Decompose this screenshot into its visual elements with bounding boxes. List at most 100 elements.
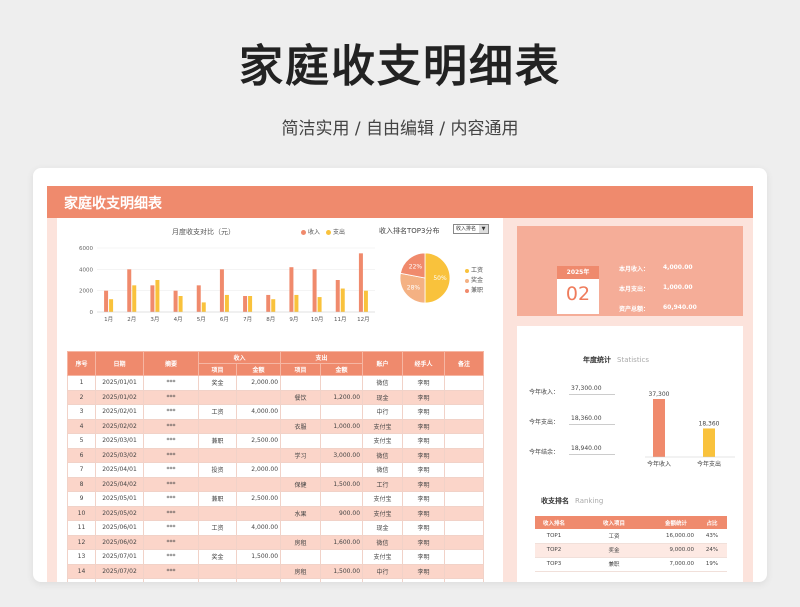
table-cell[interactable] xyxy=(320,462,364,478)
table-cell[interactable]: *** xyxy=(143,563,199,579)
table-cell[interactable]: 房租 xyxy=(280,563,322,579)
table-cell[interactable] xyxy=(444,491,485,507)
table-cell[interactable]: 李明 xyxy=(402,578,446,582)
table-cell[interactable]: 2,500.00 xyxy=(235,491,282,507)
table-cell[interactable]: 2025/05/02 xyxy=(95,505,144,521)
ranking-cell[interactable]: 7,000.00 xyxy=(655,557,697,572)
table-cell[interactable]: 1,500.00 xyxy=(320,563,364,579)
table-cell[interactable]: 李明 xyxy=(402,563,446,579)
table-cell[interactable] xyxy=(280,491,322,507)
column-header[interactable]: 账户 xyxy=(362,351,404,376)
column-header[interactable]: 支出 xyxy=(280,351,364,364)
table-cell[interactable] xyxy=(198,578,237,582)
table-cell[interactable]: 15 xyxy=(67,578,96,582)
column-header[interactable]: 序号 xyxy=(67,351,96,376)
table-cell[interactable]: *** xyxy=(143,549,199,565)
table-row[interactable]: 11 2025/06/01 *** 工资 4,000.00 现金 李明 xyxy=(67,520,485,536)
table-cell[interactable] xyxy=(235,418,282,434)
table-cell[interactable] xyxy=(444,549,485,565)
table-cell[interactable]: *** xyxy=(143,534,199,550)
table-cell[interactable]: 2025/04/01 xyxy=(95,462,144,478)
table-cell[interactable] xyxy=(198,447,237,463)
table-cell[interactable]: 微信 xyxy=(362,462,404,478)
table-cell[interactable]: 12 xyxy=(67,534,96,550)
table-cell[interactable]: 李明 xyxy=(402,433,446,449)
table-cell[interactable]: 3,000.00 xyxy=(320,447,364,463)
table-cell[interactable]: 2025/06/02 xyxy=(95,534,144,550)
table-cell[interactable] xyxy=(235,476,282,492)
table-cell[interactable]: 餐饮 xyxy=(280,389,322,405)
table-cell[interactable]: 2025/02/02 xyxy=(95,418,144,434)
table-cell[interactable]: 1,000.00 xyxy=(320,418,364,434)
table-cell[interactable] xyxy=(444,433,485,449)
column-header[interactable]: 日期 xyxy=(95,351,144,376)
column-header[interactable]: 收入项目 xyxy=(573,516,655,529)
pie-filter-select[interactable]: 收入排名 ▼ xyxy=(453,224,489,234)
table-cell[interactable]: 工行 xyxy=(362,578,404,582)
table-cell[interactable] xyxy=(444,404,485,420)
table-cell[interactable]: 兼职 xyxy=(198,433,237,449)
column-header[interactable]: 摘要 xyxy=(143,351,199,376)
table-cell[interactable]: 13 xyxy=(67,549,96,565)
table-cell[interactable]: 中行 xyxy=(362,404,404,420)
table-cell[interactable]: 2025/07/02 xyxy=(95,563,144,579)
table-cell[interactable]: 工资 xyxy=(198,404,237,420)
ranking-cell[interactable]: 24% xyxy=(697,543,727,558)
table-cell[interactable] xyxy=(444,389,485,405)
table-cell[interactable] xyxy=(280,462,322,478)
table-cell[interactable] xyxy=(235,534,282,550)
table-cell[interactable]: 李明 xyxy=(402,549,446,565)
ranking-cell[interactable]: 43% xyxy=(697,529,727,544)
table-cell[interactable]: 现金 xyxy=(362,389,404,405)
table-cell[interactable]: 1,200.00 xyxy=(320,389,364,405)
table-row[interactable]: 3 2025/02/01 *** 工资 4,000.00 中行 李明 xyxy=(67,404,485,420)
column-header[interactable]: 备注 xyxy=(444,351,485,376)
table-cell[interactable]: 工资 xyxy=(198,520,237,536)
column-header[interactable]: 占比 xyxy=(697,516,727,529)
ranking-cell[interactable]: 兼职 xyxy=(573,557,655,572)
table-row[interactable]: 8 2025/04/02 *** 保健 1,500.00 工行 李明 xyxy=(67,476,485,492)
table-cell[interactable]: 李明 xyxy=(402,520,446,536)
column-header[interactable]: 收入 xyxy=(197,351,282,364)
table-cell[interactable]: *** xyxy=(143,404,199,420)
table-cell[interactable]: 6 xyxy=(67,447,96,463)
ranking-row[interactable]: TOP3 兼职 7,000.00 19% xyxy=(535,557,727,572)
table-cell[interactable]: 1,600.00 xyxy=(320,578,364,582)
table-row[interactable]: 4 2025/02/02 *** 衣服 1,000.00 支付宝 李明 xyxy=(67,418,485,434)
table-cell[interactable]: 支付宝 xyxy=(362,491,404,507)
table-cell[interactable]: 11 xyxy=(67,520,96,536)
table-cell[interactable]: 房租 xyxy=(280,534,322,550)
table-cell[interactable]: 学习 xyxy=(280,447,322,463)
table-cell[interactable]: 支付宝 xyxy=(362,505,404,521)
table-cell[interactable]: *** xyxy=(143,447,199,463)
table-cell[interactable]: 4,000.00 xyxy=(235,520,282,536)
table-cell[interactable] xyxy=(280,549,322,565)
table-cell[interactable]: 奖金 xyxy=(198,549,237,565)
table-cell[interactable]: 8 xyxy=(67,476,96,492)
table-row[interactable]: 9 2025/05/01 *** 兼职 2,500.00 支付宝 李明 xyxy=(67,491,485,507)
table-row[interactable]: 14 2025/07/02 *** 房租 1,500.00 中行 李明 xyxy=(67,563,485,579)
table-cell[interactable]: 2025/04/02 xyxy=(95,476,144,492)
column-header[interactable]: 收入排名 xyxy=(535,516,573,529)
table-cell[interactable]: *** xyxy=(143,433,199,449)
column-subheader[interactable]: 项目 xyxy=(198,363,237,376)
table-cell[interactable] xyxy=(320,404,364,420)
table-cell[interactable]: 2,000.00 xyxy=(235,462,282,478)
table-cell[interactable]: 1 xyxy=(67,375,96,391)
table-cell[interactable]: 李明 xyxy=(402,389,446,405)
table-cell[interactable]: 现金 xyxy=(362,520,404,536)
column-header[interactable]: 金额统计 xyxy=(655,516,697,529)
table-cell[interactable] xyxy=(198,389,237,405)
table-cell[interactable]: 1,500.00 xyxy=(235,549,282,565)
table-cell[interactable]: 2025/02/01 xyxy=(95,404,144,420)
table-cell[interactable]: 2025/06/01 xyxy=(95,520,144,536)
table-cell[interactable] xyxy=(198,418,237,434)
table-cell[interactable]: 2025/05/01 xyxy=(95,491,144,507)
table-cell[interactable]: 2 xyxy=(67,389,96,405)
table-cell[interactable]: 7 xyxy=(67,462,96,478)
table-cell[interactable]: 支付宝 xyxy=(362,549,404,565)
table-cell[interactable] xyxy=(198,476,237,492)
column-header[interactable]: 经手人 xyxy=(402,351,446,376)
table-cell[interactable] xyxy=(320,375,364,391)
table-cell[interactable]: 微信 xyxy=(362,447,404,463)
